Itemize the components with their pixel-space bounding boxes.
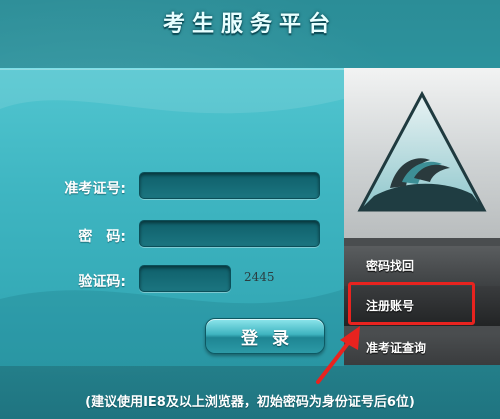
register-highlight-box (348, 282, 475, 325)
sidebar-item-password-recovery[interactable]: 密码找回 (344, 246, 500, 286)
captcha-code[interactable]: 2445 (244, 270, 275, 284)
red-arrow-icon (316, 326, 360, 384)
triangle-flame-logo-icon (357, 90, 487, 212)
captcha-input[interactable] (139, 265, 231, 292)
password-label: 密 码: (78, 229, 126, 245)
browser-recommendation-note: (建议使用IE8及以上浏览器，初始密码为身份证号后6位) (85, 395, 415, 410)
page-title: 考生服务平台 (162, 12, 337, 37)
password-input[interactable] (139, 220, 320, 247)
captcha-label: 验证码: (78, 274, 126, 290)
logo-area (344, 68, 500, 238)
ticket-number-input[interactable] (139, 172, 320, 199)
ticket-number-label: 准考证号: (64, 181, 126, 197)
